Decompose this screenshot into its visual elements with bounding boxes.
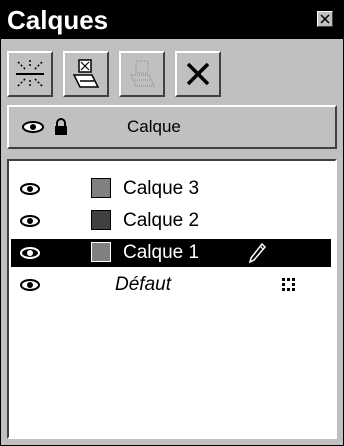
layers-panel: Calques Calque Calque 3 Calque 2 Calque …	[0, 0, 344, 446]
layer-name: Défaut	[115, 274, 171, 295]
eye-icon	[22, 121, 44, 133]
merge-layer-button[interactable]	[63, 51, 109, 97]
visibility-eye-icon[interactable]	[19, 278, 41, 292]
layer-row[interactable]: Défaut	[11, 271, 331, 299]
pencil-icon	[248, 242, 267, 264]
layer-color-swatch[interactable]	[91, 242, 111, 262]
delete-x-icon	[186, 62, 210, 86]
layer-disabled-icon	[130, 60, 155, 87]
new-layer-icon	[16, 60, 44, 88]
layer-name: Calque 3	[123, 178, 200, 199]
panel-title: Calques	[7, 5, 109, 35]
visibility-eye-icon[interactable]	[19, 182, 41, 196]
merge-layer-icon	[72, 59, 100, 88]
grid-dots-icon	[282, 278, 295, 291]
layer-color-swatch[interactable]	[91, 210, 111, 230]
layer-column-label: Calque	[127, 117, 181, 136]
layer-options-button[interactable]	[119, 51, 165, 97]
visibility-eye-icon[interactable]	[19, 214, 41, 228]
layer-name: Calque 1	[123, 242, 200, 263]
visibility-eye-icon[interactable]	[19, 246, 41, 260]
layer-name: Calque 2	[123, 210, 200, 231]
delete-layer-button[interactable]	[175, 51, 221, 97]
layers-column-header: Calque	[7, 105, 337, 149]
close-icon	[320, 14, 330, 24]
layer-row-selected[interactable]: Calque 1	[11, 239, 331, 267]
panel-titlebar[interactable]: Calques	[1, 1, 343, 39]
layers-list: Calque 3 Calque 2 Calque 1 Défaut	[7, 159, 337, 439]
layer-color-swatch[interactable]	[91, 178, 111, 198]
layer-row[interactable]: Calque 3	[11, 175, 331, 203]
layer-row[interactable]: Calque 2	[11, 207, 331, 235]
lock-icon	[55, 118, 67, 135]
new-layer-button[interactable]	[7, 51, 53, 97]
close-button[interactable]	[317, 11, 333, 27]
